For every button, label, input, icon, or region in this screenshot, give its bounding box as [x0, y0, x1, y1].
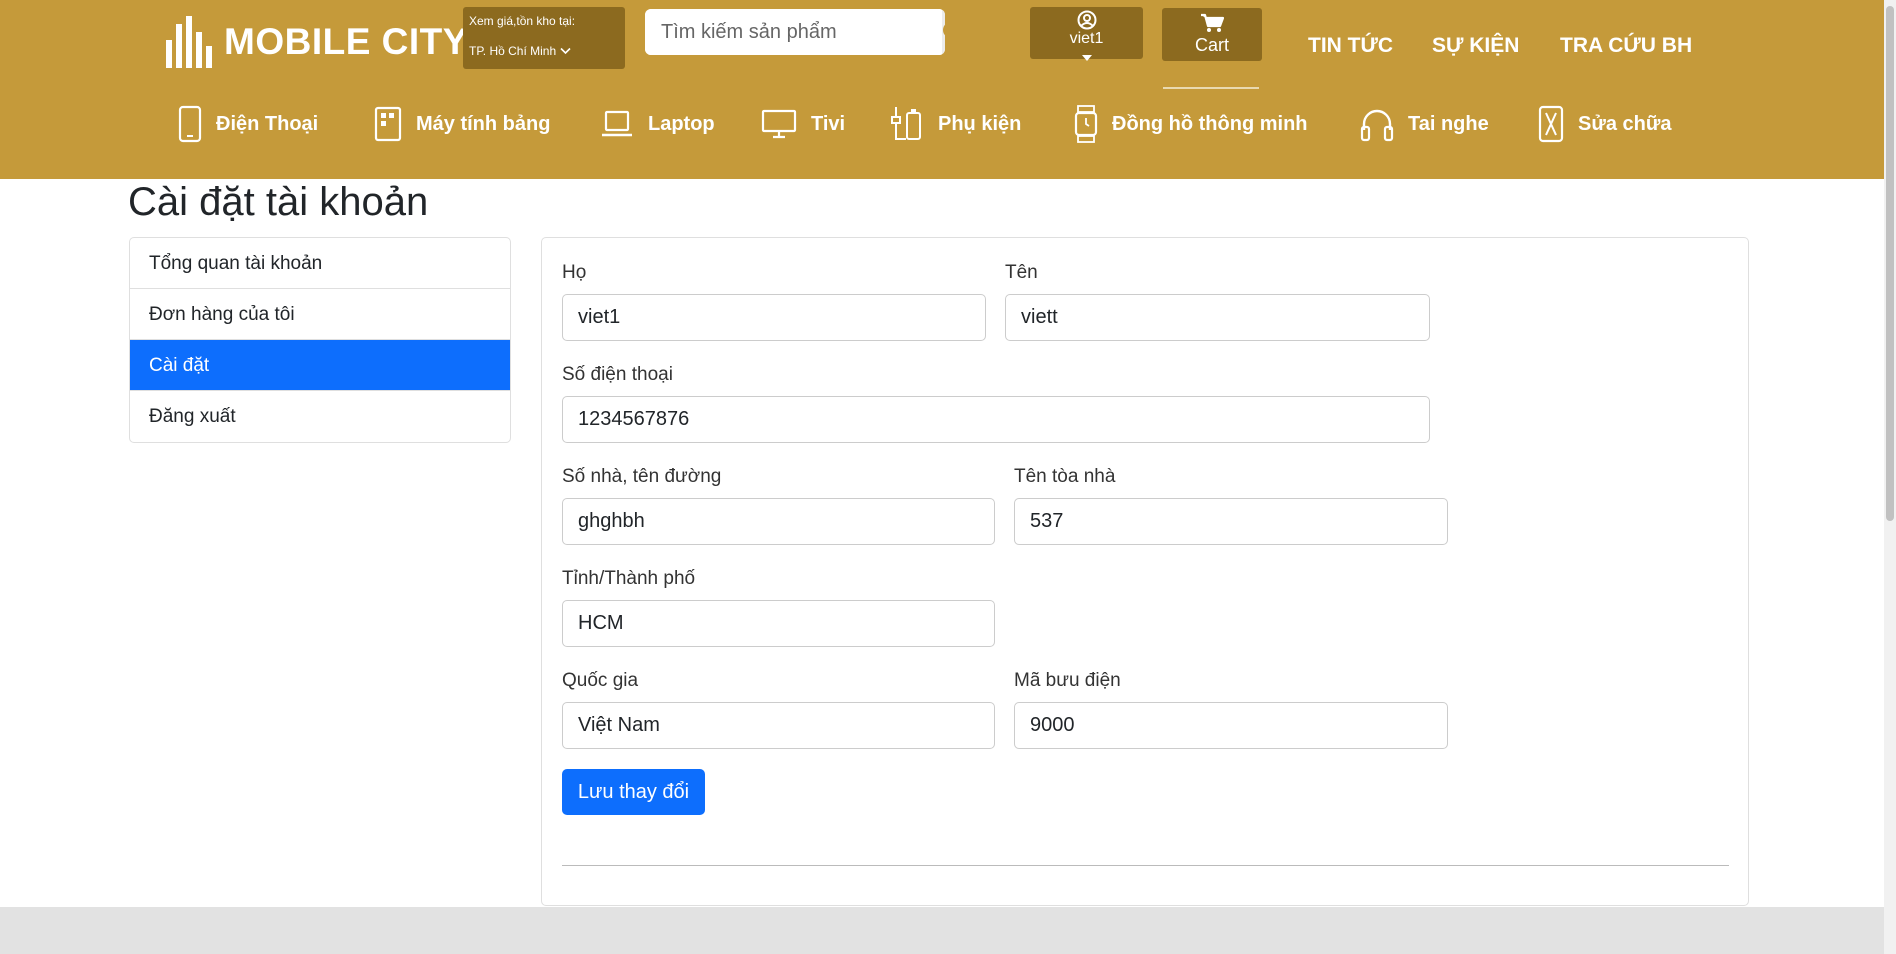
- nav-label: Tai nghe: [1408, 112, 1489, 135]
- cart-icon: [1201, 13, 1225, 32]
- city-label: Tỉnh/Thành phố: [562, 568, 696, 589]
- warranty-lookup-link[interactable]: TRA CỨU BH: [1560, 34, 1692, 58]
- nav-item-accessories[interactable]: Phụ kiện: [890, 104, 1021, 144]
- nav-label: Laptop: [648, 112, 715, 135]
- nav-item-headphones[interactable]: Tai nghe: [1360, 104, 1489, 144]
- nav-label: Điện Thoại: [216, 112, 319, 135]
- laptop-icon: [602, 110, 632, 137]
- caret-down-icon: [1081, 55, 1092, 61]
- postal-code-label: Mã bưu điện: [1014, 670, 1121, 691]
- sidebar-item-overview[interactable]: Tổng quan tài khoản: [130, 238, 510, 289]
- headphones-icon: [1360, 109, 1394, 142]
- search-box: [645, 9, 945, 55]
- nav-item-smartwatch[interactable]: Đồng hồ thông minh: [1074, 104, 1308, 144]
- logo-text: MOBILE CITY: [224, 21, 468, 62]
- user-circle-icon: [1077, 10, 1096, 30]
- footer: [0, 907, 1884, 954]
- cart-button[interactable]: Cart: [1162, 8, 1262, 61]
- search-button[interactable]: [942, 9, 945, 55]
- chevron-down-icon: [559, 47, 571, 55]
- search-input[interactable]: [645, 9, 942, 55]
- nav-label: Sửa chữa: [1578, 112, 1672, 135]
- nav-item-repair[interactable]: Sửa chữa: [1538, 104, 1671, 144]
- site-header: MOBILE CITY Xem giá,tồn kho tại: TP. Hồ …: [0, 0, 1884, 179]
- search-icon: [943, 24, 945, 36]
- cart-label: Cart: [1194, 35, 1229, 55]
- nav-item-tablets[interactable]: Máy tính bảng: [374, 104, 550, 144]
- page-title: Cài đặt tài khoản: [128, 180, 429, 224]
- last-name-field[interactable]: viet1: [562, 294, 986, 341]
- location-selector[interactable]: Xem giá,tồn kho tại: TP. Hồ Chí Minh: [463, 7, 625, 69]
- phone-field[interactable]: 1234567876: [562, 396, 1430, 443]
- page: MOBILE CITY Xem giá,tồn kho tại: TP. Hồ …: [0, 0, 1896, 954]
- scrollbar-thumb[interactable]: [1886, 6, 1894, 521]
- nav-item-laptops[interactable]: Laptop: [600, 104, 715, 144]
- location-value: TP. Hồ Chí Minh: [469, 44, 619, 58]
- nav-label: Phụ kiện: [938, 112, 1022, 135]
- nav-item-phones[interactable]: Điện Thoại: [178, 104, 318, 144]
- country-field[interactable]: Việt Nam: [562, 702, 995, 749]
- news-link[interactable]: TIN TỨC: [1308, 34, 1393, 58]
- building-field[interactable]: 537: [1014, 498, 1448, 545]
- sidebar-item-logout[interactable]: Đăng xuất: [130, 391, 510, 442]
- sidebar-item-orders[interactable]: Đơn hàng của tôi: [130, 289, 510, 340]
- save-changes-button[interactable]: Lưu thay đổi: [562, 769, 705, 815]
- street-field[interactable]: ghghbh: [562, 498, 995, 545]
- phone-icon: [178, 105, 202, 143]
- tablet-icon: [374, 106, 402, 142]
- first-name-field[interactable]: viett: [1005, 294, 1430, 341]
- city-field[interactable]: HCM: [562, 600, 995, 647]
- logo[interactable]: MOBILE CITY: [166, 4, 468, 80]
- nav-label: Máy tính bảng: [416, 112, 551, 135]
- settings-form: Họ viet1 Tên viett Số điện thoại 1234567…: [541, 237, 1749, 906]
- nav-label: Tivi: [811, 112, 846, 135]
- country-label: Quốc gia: [562, 670, 639, 691]
- repair-icon: [1538, 105, 1564, 143]
- user-name: viet1: [1069, 30, 1104, 47]
- user-menu-button[interactable]: viet1: [1030, 7, 1143, 61]
- phone-label: Số điện thoại: [562, 364, 673, 385]
- logo-bars-icon: [166, 16, 212, 68]
- sidebar-item-settings[interactable]: Cài đặt: [130, 340, 510, 391]
- nav-label: Đồng hồ thông minh: [1112, 112, 1308, 135]
- category-nav: Điện Thoại Máy tính bảng Laptop Tivi Phụ…: [0, 104, 1884, 144]
- last-name-label: Họ: [562, 262, 587, 283]
- nav-item-tv[interactable]: Tivi: [761, 104, 845, 144]
- accessory-icon: [891, 107, 921, 140]
- postal-code-field[interactable]: 9000: [1014, 702, 1448, 749]
- tv-icon: [761, 109, 797, 139]
- account-sidebar: Tổng quan tài khoản Đơn hàng của tôi Cài…: [129, 237, 511, 443]
- divider: [562, 865, 1729, 866]
- smartwatch-icon: [1074, 105, 1098, 143]
- building-label: Tên tòa nhà: [1014, 466, 1116, 487]
- cart-underline: [1163, 87, 1259, 89]
- events-link[interactable]: SỰ KIỆN: [1432, 34, 1519, 58]
- first-name-label: Tên: [1005, 262, 1038, 283]
- street-label: Số nhà, tên đường: [562, 466, 722, 487]
- location-label: Xem giá,tồn kho tại:: [469, 14, 576, 28]
